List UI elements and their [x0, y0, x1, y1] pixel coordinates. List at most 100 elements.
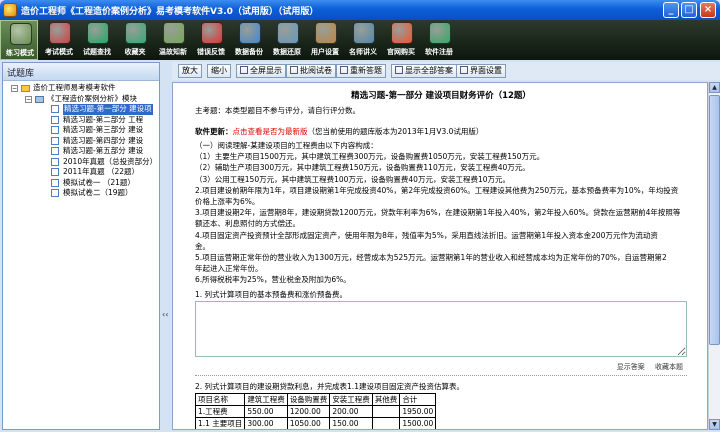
bookmark-link[interactable]: 收藏本题 — [655, 363, 683, 371]
toolbar-btn-2[interactable]: 全屏显示 — [236, 64, 286, 78]
button-icon — [395, 66, 403, 74]
table-cell[interactable]: 1950.00 — [399, 405, 437, 418]
table-header: 安装工程费 — [329, 393, 373, 406]
answer-links: 显示答案 收藏本题 — [609, 362, 683, 372]
toolbar-label: 软件注册 — [425, 48, 453, 56]
book-icon — [51, 105, 59, 113]
table-cell[interactable]: 300.00 — [244, 417, 288, 429]
window-title: 造价工程师《工程造价案例分析》易考模考软件V3.0（试用版）（试用版） — [21, 7, 319, 17]
collapse-icon[interactable]: − — [25, 95, 32, 103]
panel-title: 试题库 — [3, 63, 159, 81]
tree-item[interactable]: 精选习题-第五部分 建设 — [3, 146, 159, 157]
lecture-icon — [353, 22, 375, 44]
question-text-line: 额还本、利息照付的方式偿还。 — [195, 219, 300, 229]
app-icon — [3, 3, 17, 17]
tree-item[interactable]: 精选习题-第一部分 建设项 — [3, 104, 159, 115]
tree-root[interactable]: − 造价工程师易考模考软件 — [3, 83, 159, 94]
module-icon — [35, 95, 44, 103]
question-text-line: 2.项目建设前期年限为1年，项目建设期第1年完成投资40%，第2年完成投资60%… — [195, 185, 679, 195]
toolbar-button-7[interactable]: 数据还原 — [268, 20, 306, 60]
tree-item[interactable]: 模拟试卷二（19题） — [3, 188, 159, 199]
table-header: 设备购置费 — [286, 393, 331, 406]
toolbar-button-1[interactable]: 考试模式 — [40, 20, 78, 60]
question-text-line: （1）主要生产项目1500万元，其中建筑工程费300万元，设备购置费1050万元… — [195, 152, 545, 162]
tree-item[interactable]: 模拟试卷一 （21题） — [3, 178, 159, 189]
table-cell[interactable]: 150.00 — [329, 417, 373, 429]
update-line: 软件更新：点击查看是否为最新版（您当前使用的题库版本为2013年1月V3.0试用… — [195, 127, 484, 136]
question-text-line: 金。 — [195, 241, 210, 251]
table-header: 建筑工程费 — [244, 393, 288, 406]
book-icon — [51, 136, 59, 145]
toolbar-button-4[interactable]: 温故知新 — [154, 20, 192, 60]
topic-text: 主考题：本类型题目不参与评分，请自行评分数。 — [195, 106, 360, 115]
tree-item[interactable]: 精选习题-第四部分 建设 — [3, 136, 159, 147]
toolbar-button-11[interactable]: 软件注册 — [420, 20, 458, 60]
tree-item[interactable]: 2010年真题（总投资部分） — [3, 157, 159, 168]
toolbar-button-6[interactable]: 数据备份 — [230, 20, 268, 60]
tree-module[interactable]: − 《工程造价案例分析》模块 — [3, 94, 159, 105]
toolbar-btn-5[interactable]: 显示全部答案 — [391, 64, 457, 78]
show-answer-link[interactable]: 显示答案 — [617, 363, 645, 371]
question-text-line: （2）辅助生产项目300万元，其中建筑工程费150万元，设备购置费110万元，安… — [195, 163, 530, 173]
table-cell[interactable]: 1.1 主要项目 — [194, 417, 246, 429]
main-toolbar: 练习模式 考试模式 试题查找 收藏夹 温故知新 错误反馈 数据备份 数据还原 用户设置 名师讲义官… — [0, 20, 720, 60]
collapse-panel-icon[interactable]: ‹‹ — [162, 310, 168, 319]
toolbar-btn-0[interactable]: 放大 — [178, 64, 202, 78]
toolbar-btn-1[interactable]: 缩小 — [207, 64, 231, 78]
collapse-icon[interactable]: − — [11, 85, 18, 92]
button-icon — [240, 66, 248, 74]
question-tree: − 造价工程师易考模考软件 − 《工程造价案例分析》模块 精选习题-第一部分 建… — [3, 81, 159, 199]
tree-item[interactable]: 2011年真题 （22题） — [3, 167, 159, 178]
toolbar-button-0[interactable]: 练习模式 — [0, 20, 38, 60]
update-link[interactable]: 点击查看是否为最新版 — [233, 127, 308, 136]
toolbar-button-2[interactable]: 试题查找 — [78, 20, 116, 60]
toolbar-button-8[interactable]: 用户设置 — [306, 20, 344, 60]
question-content: 精选习题-第一部分 建设项目财务评价（12题） 主考题：本类型题目不参与评分，请… — [172, 82, 708, 430]
table-cell[interactable]: 1200.00 — [286, 405, 331, 418]
question-text-line: 4.项目固定资产投资预计全部形成固定资产，使用年限为8年，残值率为5%，采用直线… — [195, 230, 658, 240]
table-cell[interactable] — [371, 405, 401, 418]
toolbar-btn-3[interactable]: 批阅试卷 — [286, 64, 336, 78]
question-text-line: 5.项目运营期正常年份的营业收入为1300万元，经营成本为525万元。运营期第1… — [195, 253, 667, 262]
tree-item[interactable]: 精选习题-第二部分 工程 — [3, 115, 159, 126]
answer-input[interactable] — [195, 301, 687, 357]
backup-icon — [239, 22, 261, 44]
toolbar-btn-4[interactable]: 重新答题 — [336, 64, 386, 78]
button-icon — [340, 66, 348, 74]
toolbar-button-3[interactable]: 收藏夹 — [116, 20, 154, 60]
maximize-button[interactable]: □ — [681, 2, 697, 18]
content-toolbar: 放大 缩小 全屏显示 批阅试卷 重新答题 显示全部答案 界面设置 — [172, 62, 720, 80]
panel-splitter[interactable]: ‹‹ — [160, 62, 172, 430]
table-cell[interactable]: 550.00 — [244, 405, 288, 418]
scroll-down-icon[interactable]: ▼ — [709, 419, 720, 430]
minimize-button[interactable]: _ — [663, 2, 679, 18]
vertical-scrollbar[interactable]: ▲ ▼ — [708, 82, 720, 430]
toolbar-btn-6[interactable]: 界面设置 — [456, 64, 506, 78]
register-icon — [429, 22, 451, 44]
table-row: 1.1 主要项目 300.00 1050.00 150.00 1500.00 — [194, 417, 437, 429]
button-icon — [460, 66, 468, 74]
toolbar-button-10[interactable]: 官网购买 — [382, 20, 420, 60]
toolbar-button-9[interactable]: 名师讲义 — [344, 20, 382, 60]
question-text-line: （3）公用工程150万元，其中建筑工程费100万元，设备购置费40万元，安装工程… — [195, 174, 510, 184]
feedback-icon — [201, 22, 223, 44]
table-cell[interactable] — [371, 417, 401, 429]
toolbar-button-5[interactable]: 错误反馈 — [192, 20, 230, 60]
table-header: 合计 — [399, 393, 437, 406]
table-cell[interactable]: 1050.00 — [286, 417, 331, 429]
scroll-up-icon[interactable]: ▲ — [709, 82, 720, 93]
table-row: 1.工程费 550.00 1200.00 200.00 1950.00 — [194, 405, 437, 418]
question-bank-panel: 试题库 − 造价工程师易考模考软件 − 《工程造价案例分析》模块 精选习题-第一… — [2, 62, 160, 430]
book-icon — [51, 157, 59, 166]
restore-icon — [277, 22, 299, 44]
table-cell[interactable]: 200.00 — [329, 405, 373, 418]
table-cell[interactable]: 1500.00 — [399, 417, 437, 429]
scroll-thumb[interactable] — [709, 95, 720, 345]
question-text-line: 年起进入正常年份。 — [195, 264, 263, 274]
close-button[interactable]: × — [700, 2, 716, 18]
book-icon — [51, 147, 59, 155]
folder-icon — [21, 85, 30, 92]
table-cell[interactable]: 1.工程费 — [194, 405, 246, 418]
settings-icon — [315, 22, 337, 44]
tree-item[interactable]: 精选习题-第三部分 建设 — [3, 125, 159, 136]
